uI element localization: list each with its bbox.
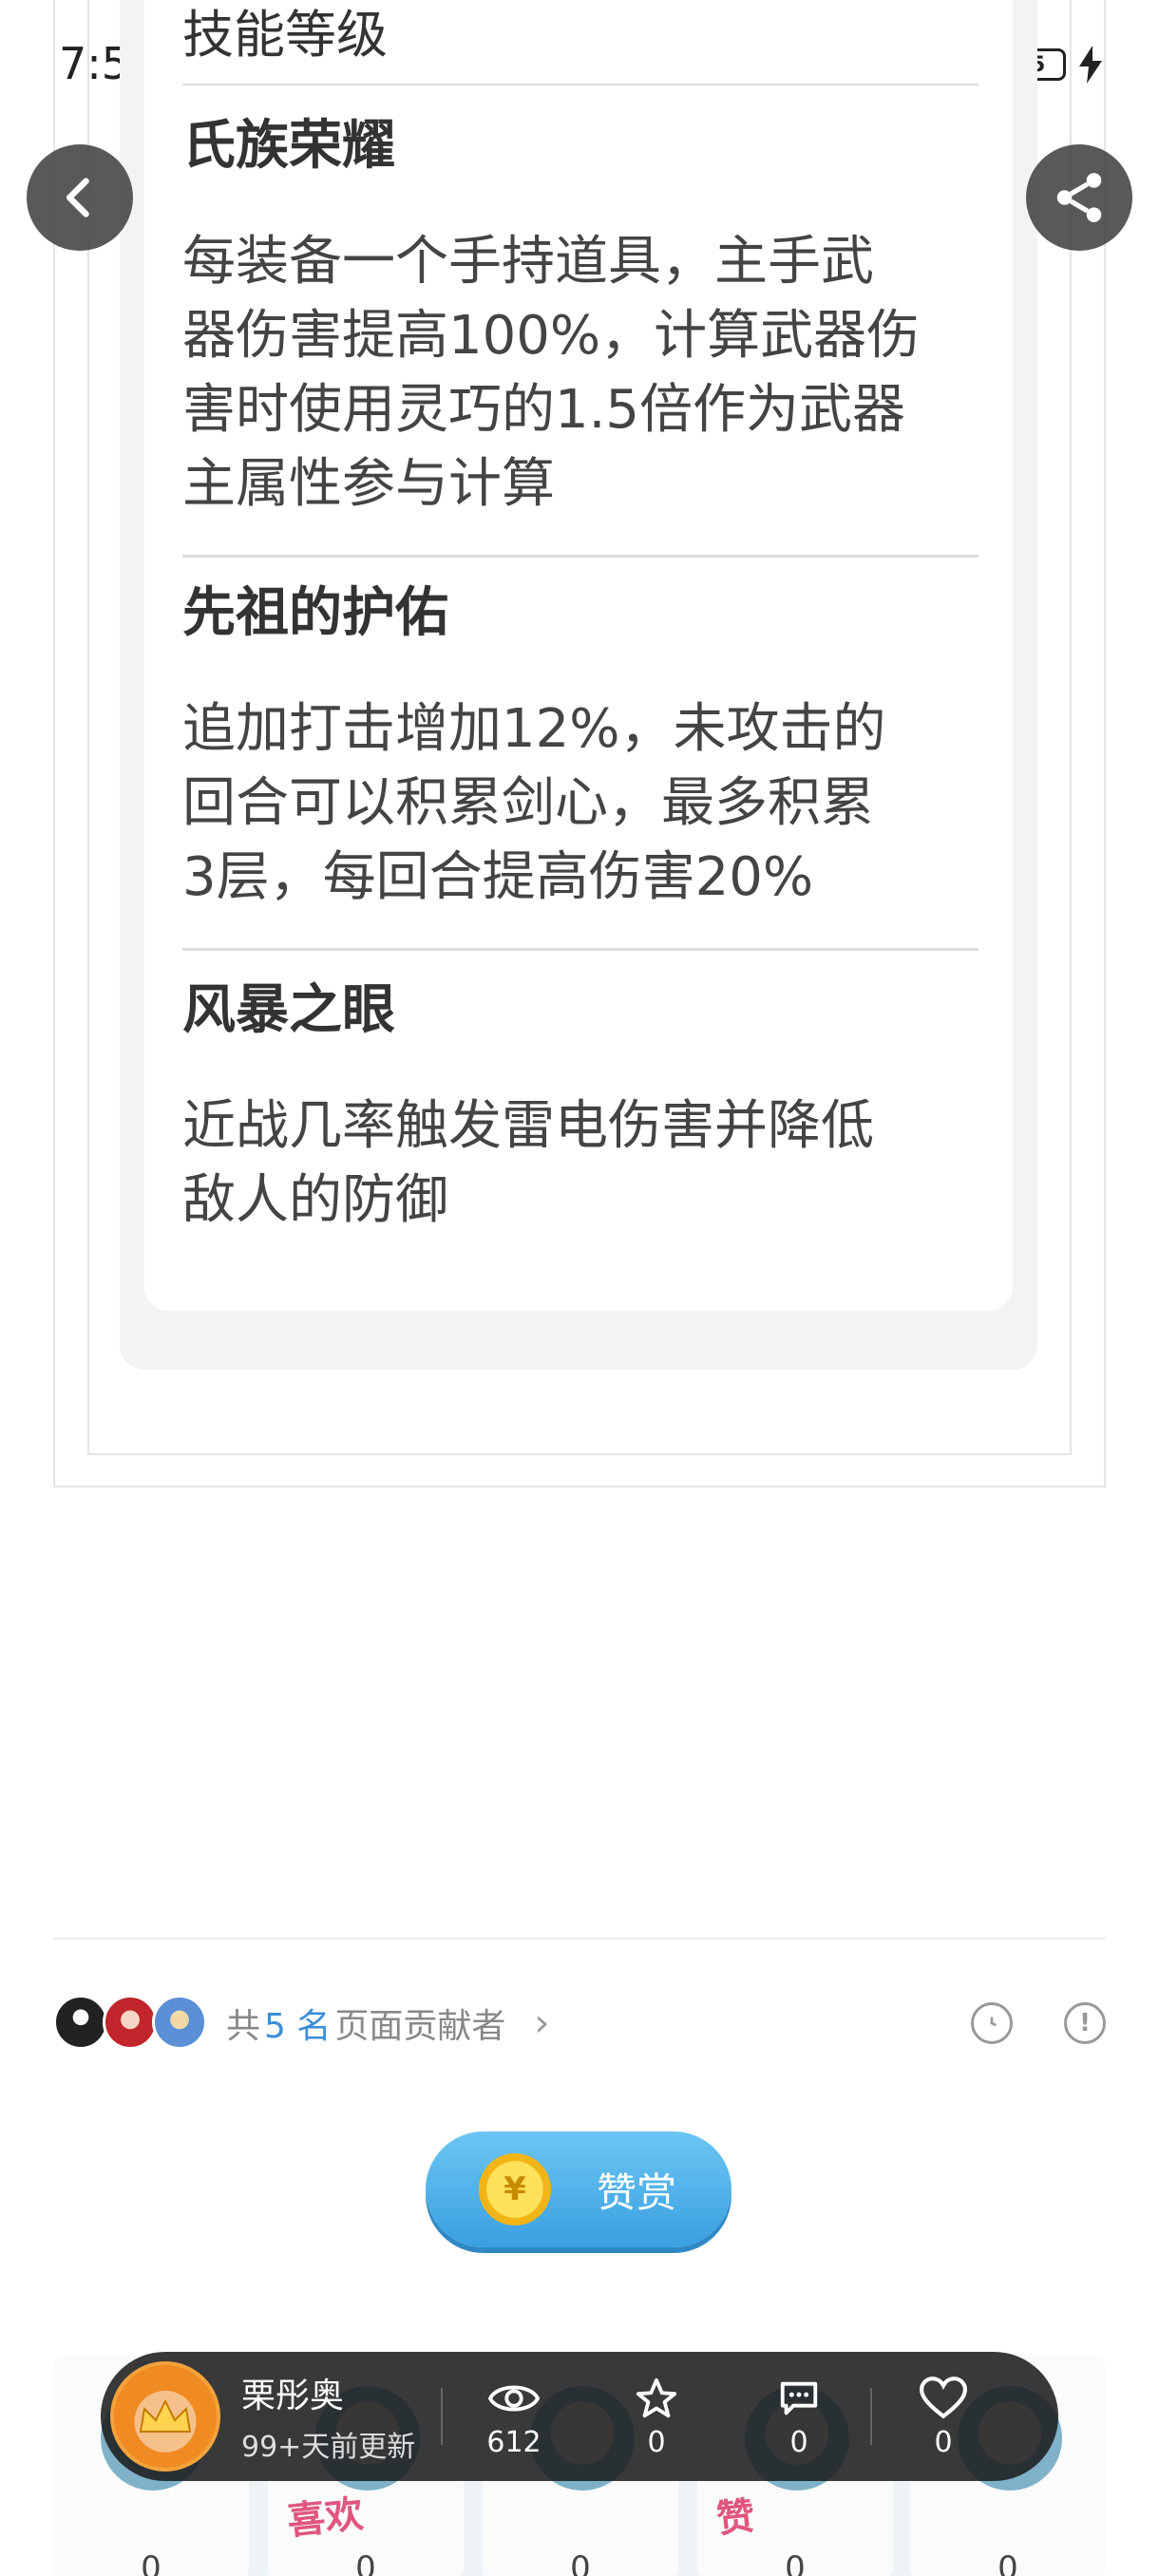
avatar — [103, 1995, 158, 2050]
reward-label: 赞赏 — [597, 2169, 677, 2216]
skill-block: 先祖的护佑 追加打击增加12%，未攻击的 回合可以积累剑心，最多积累 3层，每回… — [182, 581, 978, 915]
update-time: 99+天前更新 — [241, 2431, 416, 2464]
divider — [182, 84, 978, 85]
comment-count: 0 — [789, 2425, 808, 2459]
skill-name: 风暴之眼 — [182, 979, 395, 1041]
skill-block: 氏族荣耀 每装备一个手持道具，主手武 器伤害提高100%，计算武器伤 害时使用灵… — [182, 114, 978, 521]
views-count: 612 — [486, 2425, 542, 2459]
section-heading: 技能等级 — [182, 5, 388, 65]
views-stat: 612 — [443, 2375, 585, 2459]
divider — [182, 948, 978, 951]
star-icon — [635, 2375, 678, 2422]
skill-description: 近战几率触发雷电伤害并降低 敌人的防御 — [182, 1095, 874, 1232]
report-icon[interactable]: ! — [1064, 2002, 1106, 2044]
author-name: 栗彤奥 — [241, 2377, 345, 2415]
comment-icon — [776, 2375, 822, 2422]
sticker-count: 0 — [355, 2549, 376, 2576]
skill-description: 追加打击增加12%，未攻击的 回合可以积累剑心，最多积累 3层，每回合提高伤害2… — [182, 698, 886, 909]
contributors-link[interactable]: 共 5 名 页面贡献者 › — [226, 1998, 549, 2048]
coin-icon: ¥ — [479, 2153, 551, 2226]
share-icon — [1056, 173, 1102, 222]
heart-icon — [920, 2375, 967, 2422]
favorite-count: 0 — [647, 2425, 666, 2459]
like-button[interactable]: 0 — [872, 2375, 1015, 2459]
crown-icon — [139, 2398, 192, 2433]
eye-icon — [488, 2375, 540, 2422]
contributor-avatars[interactable] — [53, 1995, 215, 2052]
contributor-count: 5 名 — [264, 2007, 332, 2046]
skill-block: 风暴之眼 近战几率触发雷电伤害并降低 敌人的防御 — [182, 978, 978, 1238]
like-count: 0 — [934, 2425, 953, 2459]
sticker-count: 0 — [785, 2549, 806, 2576]
chevron-right-icon: › — [534, 2001, 550, 2045]
avatar — [53, 1995, 108, 2050]
back-button[interactable] — [27, 144, 133, 251]
skill-name: 先祖的护佑 — [182, 582, 448, 644]
share-button[interactable] — [1026, 144, 1132, 251]
favorite-button[interactable]: 0 — [585, 2375, 728, 2459]
divider — [182, 555, 978, 558]
divider — [53, 1938, 1106, 1940]
sticker-count: 0 — [998, 2549, 1018, 2576]
sticker-count: 0 — [570, 2549, 591, 2576]
contributors-row: 共 5 名 页面贡献者 › ! — [53, 1993, 1106, 2054]
comment-button[interactable]: 0 — [728, 2375, 870, 2459]
reward-button[interactable]: ¥ 赞赏 — [426, 2131, 732, 2247]
article-action-bar: 栗彤奥 99+天前更新 612 0 0 0 — [101, 2352, 1058, 2481]
history-icon[interactable] — [971, 2002, 1013, 2044]
avatar — [152, 1995, 207, 2050]
skill-description: 每装备一个手持道具，主手武 器伤害提高100%，计算武器伤 害时使用灵巧的1.5… — [182, 231, 921, 516]
skill-name: 氏族荣耀 — [182, 115, 395, 177]
author-info[interactable]: 栗彤奥 99+天前更新 — [241, 2368, 441, 2465]
sticker-count: 0 — [141, 2549, 162, 2576]
chevron-left-icon — [66, 178, 89, 218]
author-avatar[interactable] — [110, 2361, 220, 2472]
